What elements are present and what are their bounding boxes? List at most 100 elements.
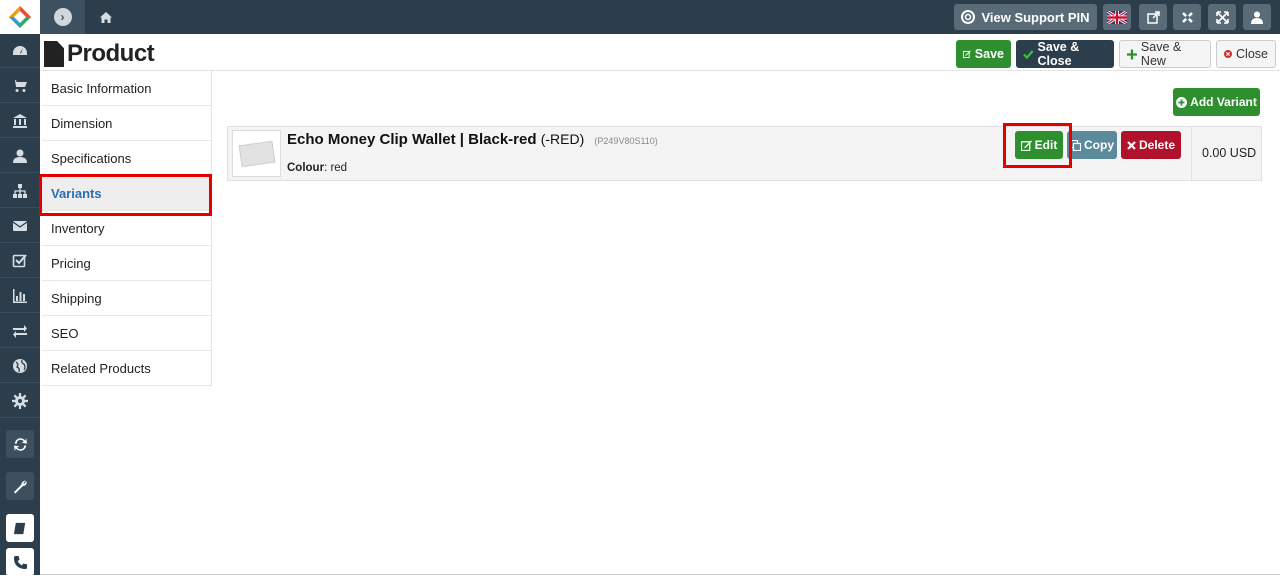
variant-suffix: (-RED) xyxy=(540,131,585,147)
file-icon xyxy=(44,41,64,67)
save-button[interactable]: Save xyxy=(956,40,1011,68)
arrow-right-circle-icon: › xyxy=(53,8,72,26)
logo-icon xyxy=(9,6,31,28)
close-label: Close xyxy=(1236,47,1268,61)
no-image-placeholder xyxy=(238,140,275,167)
sidebar-refresh-button[interactable] xyxy=(6,430,34,458)
dashboard-icon xyxy=(13,45,27,55)
external-link-button[interactable] xyxy=(1139,4,1167,30)
globe-icon xyxy=(13,358,27,373)
save-close-label: Save & Close xyxy=(1037,40,1080,68)
sidebar-item-dashboard[interactable] xyxy=(0,34,40,68)
copy-icon xyxy=(1070,139,1081,151)
variant-actions: Edit Copy Delete xyxy=(1015,131,1181,159)
flag-uk-icon xyxy=(1107,10,1127,24)
times-icon xyxy=(1127,140,1136,150)
exchange-icon xyxy=(13,324,27,338)
sidebar-item-reports[interactable] xyxy=(0,279,40,313)
tab-specifications[interactable]: Specifications xyxy=(42,141,211,176)
delete-label: Delete xyxy=(1138,138,1176,152)
attribute-value: : red xyxy=(324,162,348,174)
life-ring-icon xyxy=(961,10,976,24)
product-tabs: Basic Information Dimension Specificatio… xyxy=(42,71,212,386)
support-pin-label: View Support PIN xyxy=(981,9,1090,25)
edit-icon xyxy=(963,50,971,59)
save-close-button[interactable]: Save & Close xyxy=(1016,40,1114,68)
delete-variant-button[interactable]: Delete xyxy=(1121,131,1181,159)
main-sidebar xyxy=(0,34,40,576)
sidebar-item-bank[interactable] xyxy=(0,104,40,138)
save-label: Save xyxy=(974,47,1004,61)
tab-variants[interactable]: Variants xyxy=(42,176,211,211)
edit-icon xyxy=(1020,139,1032,151)
book-icon xyxy=(13,522,25,534)
cog-icon xyxy=(12,392,28,409)
sidebar-support-button[interactable] xyxy=(6,548,34,576)
fullscreen-icon xyxy=(1215,10,1229,24)
app-logo[interactable] xyxy=(0,0,40,34)
top-navbar: › View Support PIN xyxy=(0,0,1280,34)
bank-icon xyxy=(13,113,27,128)
variant-thumbnail xyxy=(232,130,281,177)
phone-icon xyxy=(13,555,27,569)
sidebar-item-settings[interactable] xyxy=(0,384,40,418)
wrench-icon xyxy=(13,480,27,494)
variant-row: Echo Money Clip Wallet | Black-red (-RED… xyxy=(227,126,1262,181)
sidebar-item-customers[interactable] xyxy=(0,139,40,173)
variant-sku: (P249V80S110) xyxy=(594,136,658,146)
close-circle-icon xyxy=(1224,49,1233,59)
add-variant-label: Add Variant xyxy=(1190,95,1257,109)
view-support-pin-button[interactable]: View Support PIN xyxy=(954,4,1097,30)
edit-variant-button[interactable]: Edit xyxy=(1015,131,1063,159)
tab-dimension[interactable]: Dimension xyxy=(42,106,211,141)
sidebar-item-transfers[interactable] xyxy=(0,314,40,348)
close-button[interactable]: Close xyxy=(1216,40,1276,68)
sidebar-tools-button[interactable] xyxy=(6,472,34,500)
tab-seo[interactable]: SEO xyxy=(42,316,211,351)
tab-inventory[interactable]: Inventory xyxy=(42,211,211,246)
home-button[interactable] xyxy=(90,0,122,34)
tab-related-products[interactable]: Related Products xyxy=(42,351,211,386)
sidebar-toggle-button[interactable]: › xyxy=(40,0,85,34)
save-new-button[interactable]: Save & New xyxy=(1119,40,1211,68)
plus-icon xyxy=(1127,49,1137,59)
external-link-icon xyxy=(1146,10,1160,24)
sitemap-icon xyxy=(13,183,27,198)
variant-attribute: Colour: red xyxy=(287,162,347,174)
variant-title: Echo Money Clip Wallet | Black-red (-RED… xyxy=(287,131,658,148)
joomla-button[interactable] xyxy=(1173,4,1201,30)
sidebar-item-localisation[interactable] xyxy=(0,349,40,383)
joomla-icon xyxy=(1181,11,1193,23)
refresh-icon xyxy=(13,437,27,451)
bar-chart-icon xyxy=(13,288,27,303)
variant-name: Echo Money Clip Wallet | Black-red xyxy=(287,131,537,148)
user-icon xyxy=(13,149,27,163)
price-divider xyxy=(1191,127,1192,180)
sidebar-item-categories[interactable] xyxy=(0,174,40,208)
home-icon xyxy=(100,11,112,23)
tab-basic-information[interactable]: Basic Information xyxy=(42,71,211,106)
user-icon xyxy=(1251,11,1263,24)
language-button[interactable] xyxy=(1103,4,1131,30)
sidebar-item-messages[interactable] xyxy=(0,209,40,243)
envelope-icon xyxy=(12,220,28,231)
plus-circle-icon xyxy=(1176,96,1188,108)
sidebar-item-orders[interactable] xyxy=(0,69,40,103)
copy-variant-button[interactable]: Copy xyxy=(1067,131,1117,159)
sidebar-item-tasks[interactable] xyxy=(0,244,40,278)
tab-shipping[interactable]: Shipping xyxy=(42,281,211,316)
cart-icon xyxy=(12,79,27,92)
sidebar-docs-button[interactable] xyxy=(6,514,34,542)
fullscreen-button[interactable] xyxy=(1208,4,1236,30)
tab-pricing[interactable]: Pricing xyxy=(42,246,211,281)
save-new-label: Save & New xyxy=(1140,40,1182,68)
attribute-label: Colour xyxy=(287,162,325,174)
header-divider xyxy=(40,70,1280,71)
user-menu-button[interactable] xyxy=(1243,4,1271,30)
variant-price: 0.00 USD xyxy=(1202,146,1257,160)
add-variant-button[interactable]: Add Variant xyxy=(1173,88,1260,116)
page-title-text: Product xyxy=(67,40,155,67)
edit-label: Edit xyxy=(1034,138,1058,152)
check-square-icon xyxy=(12,253,27,267)
copy-label: Copy xyxy=(1084,138,1114,152)
